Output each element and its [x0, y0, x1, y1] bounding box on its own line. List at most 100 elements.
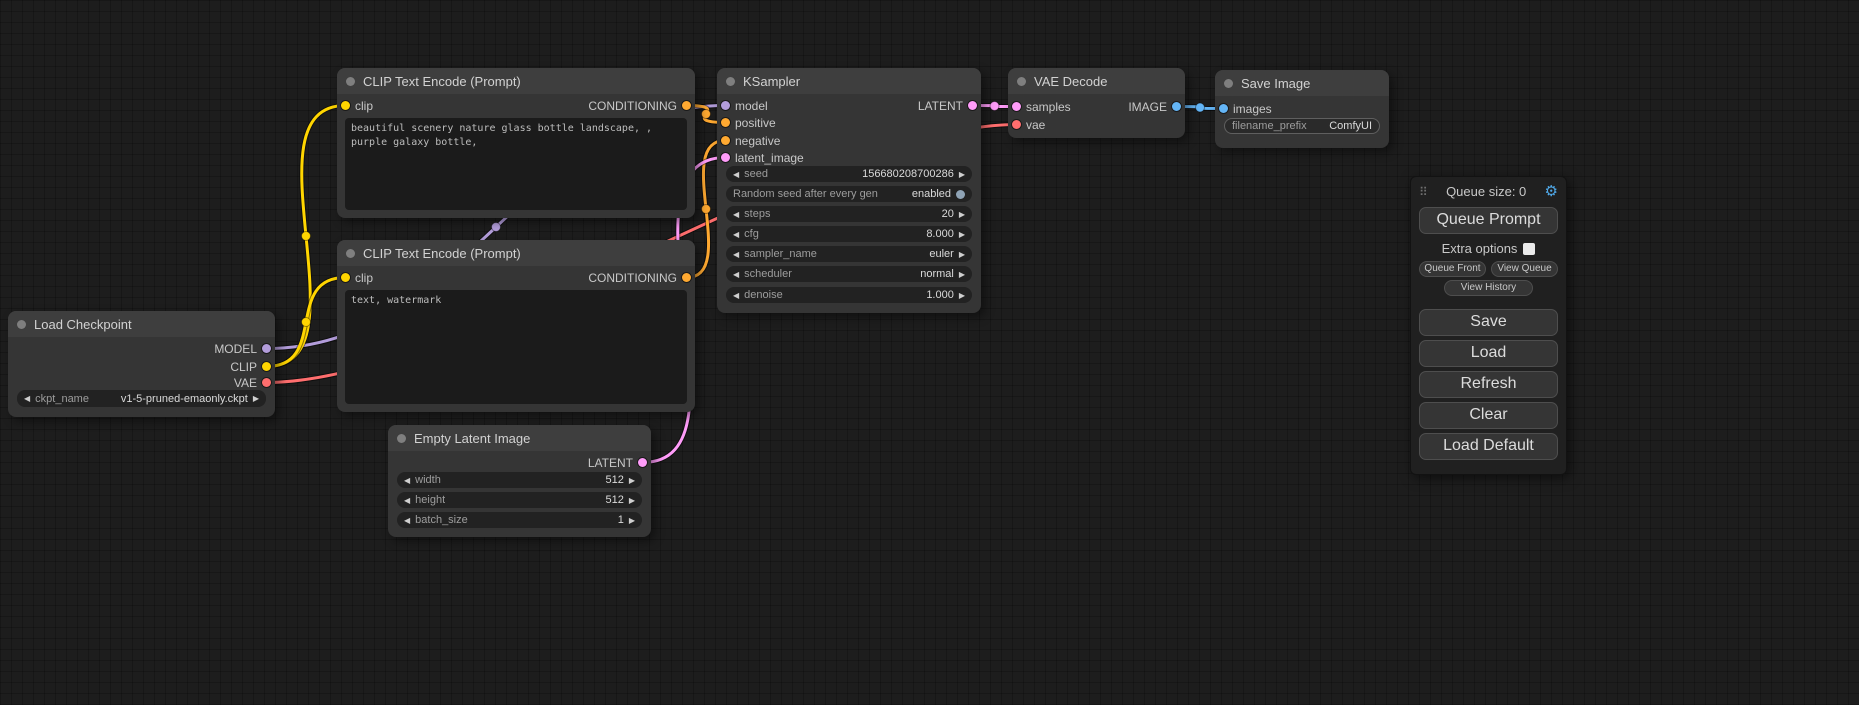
wire-shadow — [267, 106, 346, 367]
vae-output-port[interactable] — [262, 378, 271, 387]
images-input-port[interactable] — [1219, 104, 1228, 113]
node-title-bar[interactable]: Save Image — [1215, 70, 1389, 96]
width-widget[interactable]: ◀ width 512 ▶ — [397, 472, 642, 488]
next-arrow-icon[interactable]: ▶ — [959, 210, 965, 219]
next-arrow-icon[interactable]: ▶ — [629, 516, 635, 525]
latent-image-input-port[interactable] — [721, 153, 730, 162]
clip-input-port[interactable] — [341, 273, 350, 282]
node-title-bar[interactable]: KSampler — [717, 68, 981, 94]
node-collapse-dot[interactable] — [346, 249, 355, 258]
filename-prefix-widget[interactable]: filename_prefix ComfyUI — [1224, 118, 1380, 134]
node-collapse-dot[interactable] — [1017, 77, 1026, 86]
height-widget[interactable]: ◀ height 512 ▶ — [397, 492, 642, 508]
node-clip-text-encode-positive[interactable]: CLIP Text Encode (Prompt) clip CONDITION… — [337, 68, 695, 218]
image-output-port[interactable] — [1172, 102, 1181, 111]
toggle-dot-icon[interactable] — [956, 190, 965, 199]
next-arrow-icon[interactable]: ▶ — [959, 291, 965, 300]
prev-arrow-icon[interactable]: ◀ — [404, 496, 410, 505]
scheduler-widget[interactable]: ◀ scheduler normal ▶ — [726, 266, 972, 282]
next-arrow-icon[interactable]: ▶ — [253, 394, 259, 403]
cfg-widget[interactable]: ◀ cfg 8.000 ▶ — [726, 226, 972, 242]
prev-arrow-icon[interactable]: ◀ — [733, 170, 739, 179]
node-load-checkpoint[interactable]: Load Checkpoint MODEL CLIP VAE ◀ ckpt_na… — [8, 311, 275, 417]
batch-size-widget[interactable]: ◀ batch_size 1 ▶ — [397, 512, 642, 528]
sampler-name-widget[interactable]: ◀ sampler_name euler ▶ — [726, 246, 972, 262]
node-title-bar[interactable]: CLIP Text Encode (Prompt) — [337, 240, 695, 266]
node-ksampler[interactable]: KSampler model positive negative latent_… — [717, 68, 981, 313]
node-clip-text-encode-negative[interactable]: CLIP Text Encode (Prompt) clip CONDITION… — [337, 240, 695, 412]
slot-label: images — [1233, 102, 1272, 116]
prev-arrow-icon[interactable]: ◀ — [733, 250, 739, 259]
output-slot-conditioning: CONDITIONING — [588, 270, 695, 285]
prev-arrow-icon[interactable]: ◀ — [733, 230, 739, 239]
view-queue-button[interactable]: View Queue — [1491, 261, 1558, 277]
input-slot-clip: clip — [337, 98, 373, 113]
prev-arrow-icon[interactable]: ◀ — [24, 394, 30, 403]
extra-options-checkbox[interactable] — [1523, 243, 1535, 255]
view-history-button[interactable]: View History — [1444, 280, 1533, 296]
wire-shadow — [267, 278, 346, 367]
latent-output-port[interactable] — [638, 458, 647, 467]
seed-widget[interactable]: ◀ seed 156680208700286 ▶ — [726, 166, 972, 182]
prev-arrow-icon[interactable]: ◀ — [404, 516, 410, 525]
model-output-port[interactable] — [262, 344, 271, 353]
node-collapse-dot[interactable] — [346, 77, 355, 86]
wire-midpoint-dot — [702, 205, 711, 214]
queue-prompt-button[interactable]: Queue Prompt — [1419, 207, 1558, 234]
node-title-bar[interactable]: Load Checkpoint — [8, 311, 275, 337]
node-title-bar[interactable]: Empty Latent Image — [388, 425, 651, 451]
node-collapse-dot[interactable] — [726, 77, 735, 86]
next-arrow-icon[interactable]: ▶ — [959, 250, 965, 259]
node-title-bar[interactable]: VAE Decode — [1008, 68, 1185, 94]
prev-arrow-icon[interactable]: ◀ — [733, 210, 739, 219]
wire — [267, 278, 346, 367]
save-button[interactable]: Save — [1419, 309, 1558, 336]
node-collapse-dot[interactable] — [17, 320, 26, 329]
ckpt-name-widget[interactable]: ◀ ckpt_name v1-5-pruned-emaonly.ckpt ▶ — [17, 390, 266, 407]
slot-label: vae — [1026, 118, 1045, 132]
conditioning-output-port[interactable] — [682, 101, 691, 110]
prev-arrow-icon[interactable]: ◀ — [733, 270, 739, 279]
conditioning-output-port[interactable] — [682, 273, 691, 282]
prev-arrow-icon[interactable]: ◀ — [404, 476, 410, 485]
model-input-port[interactable] — [721, 101, 730, 110]
output-slot-conditioning: CONDITIONING — [588, 98, 695, 113]
vae-input-port[interactable] — [1012, 120, 1021, 129]
node-graph-canvas[interactable]: Load Checkpoint MODEL CLIP VAE ◀ ckpt_na… — [0, 0, 1859, 705]
next-arrow-icon[interactable]: ▶ — [959, 170, 965, 179]
prev-arrow-icon[interactable]: ◀ — [733, 291, 739, 300]
settings-gear-icon[interactable]: ⚙ — [1545, 184, 1558, 199]
next-arrow-icon[interactable]: ▶ — [959, 230, 965, 239]
node-vae-decode[interactable]: VAE Decode samples vae IMAGE — [1008, 68, 1185, 138]
load-button[interactable]: Load — [1419, 340, 1558, 367]
random-seed-toggle-widget[interactable]: Random seed after every gen enabled — [726, 186, 972, 202]
node-collapse-dot[interactable] — [397, 434, 406, 443]
output-slot-clip: CLIP — [230, 359, 275, 374]
input-slot-samples: samples — [1008, 99, 1071, 114]
denoise-widget[interactable]: ◀ denoise 1.000 ▶ — [726, 287, 972, 303]
prompt-text-widget[interactable]: text, watermark — [345, 290, 687, 404]
clear-button[interactable]: Clear — [1419, 402, 1558, 429]
drag-handle-icon[interactable]: ⠿ — [1419, 185, 1428, 199]
positive-input-port[interactable] — [721, 118, 730, 127]
load-default-button[interactable]: Load Default — [1419, 433, 1558, 460]
next-arrow-icon[interactable]: ▶ — [629, 496, 635, 505]
next-arrow-icon[interactable]: ▶ — [629, 476, 635, 485]
prompt-text-widget[interactable]: beautiful scenery nature glass bottle la… — [345, 118, 687, 210]
latent-output-port[interactable] — [968, 101, 977, 110]
node-title-bar[interactable]: CLIP Text Encode (Prompt) — [337, 68, 695, 94]
clip-input-port[interactable] — [341, 101, 350, 110]
node-collapse-dot[interactable] — [1224, 79, 1233, 88]
samples-input-port[interactable] — [1012, 102, 1021, 111]
negative-input-port[interactable] — [721, 136, 730, 145]
node-save-image[interactable]: Save Image images filename_prefix ComfyU… — [1215, 70, 1389, 148]
wire-midpoint-dot — [492, 223, 501, 232]
refresh-button[interactable]: Refresh — [1419, 371, 1558, 398]
node-empty-latent-image[interactable]: Empty Latent Image LATENT ◀ width 512 ▶ … — [388, 425, 651, 537]
next-arrow-icon[interactable]: ▶ — [959, 270, 965, 279]
clip-output-port[interactable] — [262, 362, 271, 371]
queue-front-button[interactable]: Queue Front — [1419, 261, 1486, 277]
extra-options-row: Extra options — [1419, 241, 1558, 256]
steps-widget[interactable]: ◀ steps 20 ▶ — [726, 206, 972, 222]
history-row: View History — [1419, 280, 1558, 296]
